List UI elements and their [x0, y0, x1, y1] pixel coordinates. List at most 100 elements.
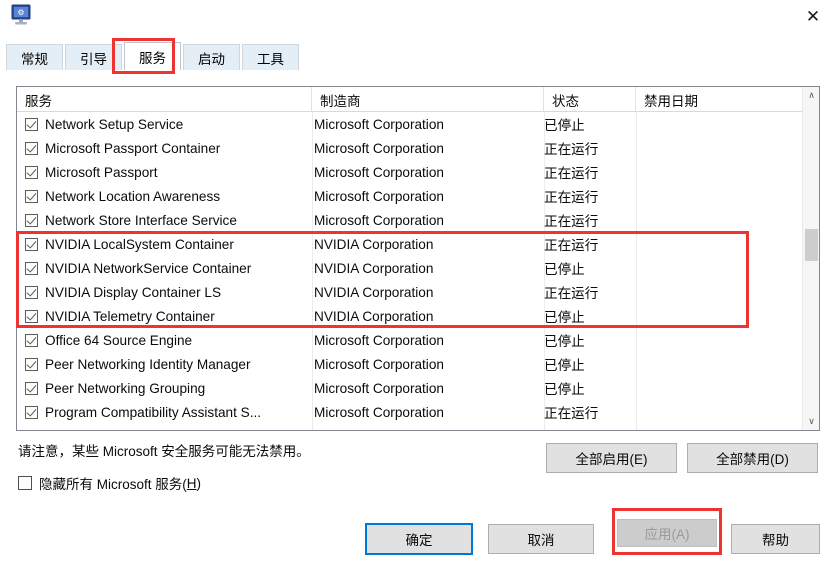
table-row[interactable]: Microsoft Passport Container Microsoft Co… [17, 136, 804, 160]
table-row[interactable]: Network Setup ServiceMicrosoft Corporati… [17, 112, 804, 136]
cell-status: 已停止 [544, 114, 636, 134]
service-checkbox[interactable] [25, 430, 38, 431]
tab-general[interactable]: 常规 [6, 44, 63, 70]
table-row[interactable]: Network Location Awareness Microsoft Corp… [17, 184, 804, 208]
service-checkbox[interactable] [25, 262, 38, 275]
service-checkbox[interactable] [25, 238, 38, 251]
cell-status: 已停止 [544, 426, 636, 430]
scroll-up-icon[interactable]: ∧ [803, 87, 820, 104]
tab-tools[interactable]: 工具 [242, 44, 299, 70]
service-name-label: Network Location Awareness [45, 189, 220, 204]
hide-microsoft-services-accesskey: H [187, 476, 197, 491]
vertical-scrollbar[interactable]: ∧ ∨ [802, 87, 819, 430]
security-services-note: 请注意，某些 Microsoft 安全服务可能无法禁用。 [18, 440, 310, 460]
close-icon[interactable]: ✕ [790, 0, 836, 32]
cell-manufacturer: Microsoft Corporation [312, 429, 544, 431]
cell-service-name: NVIDIA NetworkService Container [17, 261, 312, 276]
cell-manufacturer: Microsoft Corporation [312, 141, 544, 156]
cell-service-name: Peer Networking Identity Manager [17, 357, 312, 372]
cell-status: 正在运行 [544, 402, 636, 422]
hide-microsoft-services-row[interactable]: 隐藏所有 Microsoft 服务(H) [18, 473, 201, 493]
cell-status: 正在运行 [544, 234, 636, 254]
title-bar: ⚙ ✕ [0, 0, 836, 38]
enable-all-button[interactable]: 全部启用(E) [546, 443, 677, 473]
cell-manufacturer: Microsoft Corporation [312, 213, 544, 228]
table-row[interactable]: NVIDIA Display Container LS NVIDIA Corpor… [17, 280, 804, 304]
ok-button[interactable]: 确定 [366, 524, 472, 554]
cell-service-name: Network Store Interface Service [17, 213, 312, 228]
table-row[interactable]: Microsoft Passport Microsoft Corporation正… [17, 160, 804, 184]
cell-status: 已停止 [544, 258, 636, 278]
service-name-label: Program Compatibility Assistant S... [45, 405, 261, 420]
service-checkbox[interactable] [25, 190, 38, 203]
service-name-label: Microsoft Passport [45, 165, 158, 180]
table-row[interactable]: NVIDIA LocalSystem ContainerNVIDIA Corpo… [17, 232, 804, 256]
service-name-label: Peer Networking Grouping [45, 381, 205, 396]
cell-status: 正在运行 [544, 186, 636, 206]
service-checkbox[interactable] [25, 406, 38, 419]
service-name-label: NVIDIA NetworkService Container [45, 261, 251, 276]
table-row[interactable]: Remote Access Connection Ma...Microsoft … [17, 424, 804, 430]
cell-manufacturer: NVIDIA Corporation [312, 237, 544, 252]
table-row[interactable]: Peer Networking Identity Manager Microsof… [17, 352, 804, 376]
service-checkbox[interactable] [25, 166, 38, 179]
column-header-status[interactable]: 状态 [544, 87, 636, 112]
cell-service-name: Microsoft Passport Container [17, 141, 312, 156]
service-checkbox[interactable] [25, 310, 38, 323]
table-row[interactable]: Program Compatibility Assistant S...Micr… [17, 400, 804, 424]
service-name-label: Office 64 Source Engine [45, 333, 192, 348]
svg-text:⚙: ⚙ [17, 8, 24, 17]
service-name-label: Network Setup Service [45, 117, 183, 132]
table-row[interactable]: Network Store Interface ServiceMicrosoft… [17, 208, 804, 232]
column-header-disabled-date[interactable]: 禁用日期 [636, 87, 804, 112]
table-row[interactable]: Office 64 Source EngineMicrosoft Corpora… [17, 328, 804, 352]
hide-microsoft-services-label-after: ) [197, 476, 202, 491]
cancel-button[interactable]: 取消 [488, 524, 594, 554]
service-checkbox[interactable] [25, 286, 38, 299]
service-checkbox[interactable] [25, 142, 38, 155]
disable-all-button[interactable]: 全部禁用(D) [687, 443, 818, 473]
cell-status: 正在运行 [544, 138, 636, 158]
service-checkbox[interactable] [25, 118, 38, 131]
column-header-manufacturer[interactable]: 制造商 [312, 87, 544, 112]
table-row[interactable]: Peer Networking GroupingMicrosoft Corpor… [17, 376, 804, 400]
tab-startup[interactable]: 启动 [183, 44, 240, 70]
hide-microsoft-services-checkbox[interactable] [18, 476, 32, 490]
cell-service-name: NVIDIA LocalSystem Container [17, 237, 312, 252]
system-configuration-window: ⚙ ✕ 常规 引导 服务 启动 工具 服务 制造商 状态 禁用日期 Networ… [0, 0, 836, 566]
service-checkbox[interactable] [25, 214, 38, 227]
table-row[interactable]: NVIDIA NetworkService Container NVIDIA Co… [17, 256, 804, 280]
service-checkbox[interactable] [25, 382, 38, 395]
cell-service-name: Program Compatibility Assistant S... [17, 405, 312, 420]
cell-manufacturer: NVIDIA Corporation [312, 309, 544, 324]
service-name-label: Microsoft Passport Container [45, 141, 220, 156]
cell-service-name: Network Location Awareness [17, 189, 312, 204]
cell-status: 已停止 [544, 354, 636, 374]
column-header-service[interactable]: 服务 [17, 87, 312, 112]
cell-manufacturer: NVIDIA Corporation [312, 285, 544, 300]
cell-service-name: NVIDIA Display Container LS [17, 285, 312, 300]
tab-boot[interactable]: 引导 [65, 44, 122, 70]
scrollbar-thumb[interactable] [805, 229, 818, 261]
services-list[interactable]: 服务 制造商 状态 禁用日期 Network Setup ServiceMicr… [16, 86, 820, 431]
table-row[interactable]: NVIDIA Telemetry ContainerNVIDIA Corpora… [17, 304, 804, 328]
tab-services[interactable]: 服务 [124, 42, 181, 70]
cell-status: 已停止 [544, 378, 636, 398]
cell-manufacturer: Microsoft Corporation [312, 189, 544, 204]
cell-status: 已停止 [544, 330, 636, 350]
service-name-label: Peer Networking Identity Manager [45, 357, 251, 372]
cell-service-name: Remote Access Connection Ma... [17, 429, 312, 431]
cell-manufacturer: Microsoft Corporation [312, 165, 544, 180]
apply-button[interactable]: 应用(A) [617, 519, 717, 547]
service-checkbox[interactable] [25, 358, 38, 371]
service-checkbox[interactable] [25, 334, 38, 347]
cell-service-name: Microsoft Passport [17, 165, 312, 180]
help-button[interactable]: 帮助 [731, 524, 820, 554]
service-name-label: NVIDIA Display Container LS [45, 285, 221, 300]
cell-service-name: NVIDIA Telemetry Container [17, 309, 312, 324]
scroll-down-icon[interactable]: ∨ [803, 413, 820, 430]
tab-strip: 常规 引导 服务 启动 工具 [6, 42, 830, 70]
cell-status: 正在运行 [544, 162, 636, 182]
cell-manufacturer: Microsoft Corporation [312, 357, 544, 372]
cell-manufacturer: NVIDIA Corporation [312, 261, 544, 276]
